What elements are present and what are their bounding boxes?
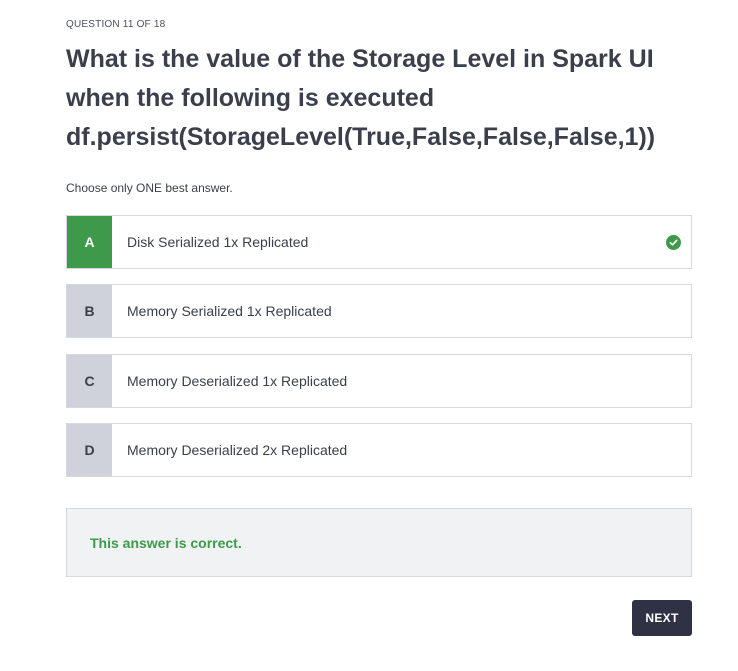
correct-check-icon (655, 216, 691, 268)
answer-instruction: Choose only ONE best answer. (66, 181, 233, 195)
option-label: Memory Deserialized 1x Replicated (127, 373, 348, 389)
option-letter: D (67, 424, 112, 476)
question-text: What is the value of the Storage Level i… (66, 45, 656, 151)
next-button[interactable]: NEXT (632, 600, 692, 636)
feedback-text: This answer is correct. (90, 534, 242, 551)
option-label: Memory Serialized 1x Replicated (127, 303, 332, 319)
option-a[interactable]: A Disk Serialized 1x Replicated (66, 215, 692, 269)
option-b[interactable]: B Memory Serialized 1x Replicated (66, 284, 692, 338)
option-c[interactable]: C Memory Deserialized 1x Replicated (66, 354, 692, 408)
option-letter: A (67, 216, 112, 268)
feedback-panel: This answer is correct. (66, 508, 692, 577)
option-letter: B (67, 285, 112, 337)
question-counter: QUESTION 11 OF 18 (66, 19, 166, 30)
option-d[interactable]: D Memory Deserialized 2x Replicated (66, 423, 692, 477)
option-label: Disk Serialized 1x Replicated (127, 234, 309, 250)
option-letter: C (67, 355, 112, 407)
option-label: Memory Deserialized 2x Replicated (127, 442, 348, 458)
